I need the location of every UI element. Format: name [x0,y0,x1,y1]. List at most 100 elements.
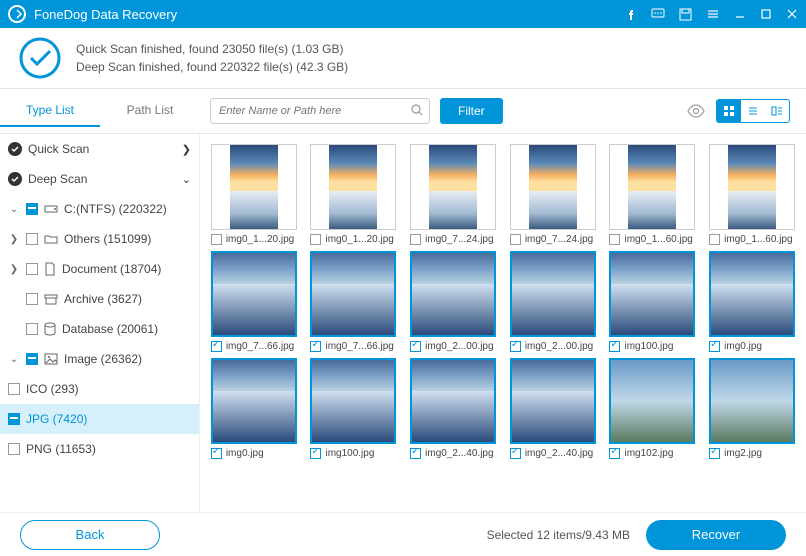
sidebar-png[interactable]: PNG (11653) [0,434,199,464]
file-name: img0_2...00.jpg [425,341,493,352]
chevron-down-icon: ⌄ [8,354,20,365]
file-thumbnail[interactable]: img0_7...66.jpg [306,251,402,352]
view-list-icon[interactable] [741,100,765,122]
sidebar-jpg[interactable]: JPG (7420) [0,404,199,434]
checkbox[interactable] [26,323,38,335]
file-thumbnail[interactable]: img0.jpg [206,358,302,459]
file-checkbox[interactable] [709,448,720,459]
file-checkbox[interactable] [410,448,421,459]
app-logo-icon [8,5,26,23]
sidebar-database[interactable]: ❯ Database (20061) [0,314,199,344]
minimize-icon[interactable] [734,8,746,20]
checkbox[interactable] [26,263,38,275]
file-thumbnail[interactable]: img102.jpg [605,358,701,459]
file-name: img100.jpg [325,448,374,459]
menu-icon[interactable] [706,7,720,21]
sidebar-others[interactable]: ❯ Others (151099) [0,224,199,254]
file-thumbnail[interactable]: img2.jpg [704,358,800,459]
save-icon[interactable] [679,8,692,21]
sidebar-document[interactable]: ❯ Document (18704) [0,254,199,284]
checkbox[interactable] [26,203,38,215]
file-checkbox[interactable] [310,448,321,459]
file-thumbnail[interactable]: img100.jpg [605,251,701,352]
footer: Back Selected 12 items/9.43 MB Recover [0,512,806,556]
file-thumbnail[interactable]: img100.jpg [306,358,402,459]
thumbnail-image [429,145,477,229]
sidebar-archive[interactable]: ❯ Archive (3627) [0,284,199,314]
thumbnail-image [728,145,776,229]
file-checkbox[interactable] [211,234,222,245]
file-checkbox[interactable] [609,448,620,459]
file-checkbox[interactable] [709,234,720,245]
feedback-icon[interactable] [651,7,665,21]
file-checkbox[interactable] [410,234,421,245]
checkbox[interactable] [8,413,20,425]
file-checkbox[interactable] [609,341,620,352]
chevron-down-icon: ⌄ [182,173,191,186]
sidebar-ico[interactable]: ICO (293) [0,374,199,404]
file-thumbnail[interactable]: img0_7...66.jpg [206,251,302,352]
sidebar-quick-scan[interactable]: Quick Scan ❯ [0,134,199,164]
file-name: img102.jpg [624,448,673,459]
thumbnail-image [230,145,278,229]
file-checkbox[interactable] [510,234,521,245]
checkbox[interactable] [26,353,38,365]
file-name: img0_7...24.jpg [525,234,593,245]
file-thumbnail[interactable]: img0.jpg [704,251,800,352]
file-thumbnail[interactable]: img0_7...24.jpg [405,144,501,245]
file-checkbox[interactable] [510,448,521,459]
file-thumbnail[interactable]: img0_1...20.jpg [206,144,302,245]
recover-button[interactable]: Recover [646,520,786,550]
deep-scan-status: Deep Scan finished, found 220322 file(s)… [76,60,348,74]
file-checkbox[interactable] [709,341,720,352]
sidebar-deep-scan[interactable]: Deep Scan ⌄ [0,164,199,194]
thumbnail-image [611,253,693,335]
file-checkbox[interactable] [609,234,620,245]
file-thumbnail[interactable]: img0_2...00.jpg [405,251,501,352]
file-thumbnail[interactable]: img0_7...24.jpg [505,144,601,245]
search-input[interactable] [210,98,430,124]
file-thumbnail[interactable]: img0_1...60.jpg [605,144,701,245]
file-name: img0_1...20.jpg [226,234,294,245]
file-name: img0.jpg [724,341,762,352]
file-name: img0_1...60.jpg [724,234,792,245]
file-checkbox[interactable] [410,341,421,352]
facebook-icon[interactable] [625,8,637,20]
close-icon[interactable] [786,8,798,20]
toolbar: Type List Path List Filter [0,89,806,134]
checkbox[interactable] [26,233,38,245]
file-checkbox[interactable] [310,341,321,352]
tab-type-list[interactable]: Type List [0,95,100,127]
sidebar-drive[interactable]: ⌄ C:(NTFS) (220322) [0,194,199,224]
chevron-down-icon: ⌄ [8,204,20,215]
search-icon[interactable] [410,103,424,117]
database-icon [44,322,56,336]
checkbox[interactable] [8,383,20,395]
file-checkbox[interactable] [510,341,521,352]
file-thumbnail[interactable]: img0_2...40.jpg [505,358,601,459]
checkbox[interactable] [8,443,20,455]
thumbnail-image [213,360,295,442]
view-grid-icon[interactable] [717,100,741,122]
file-thumbnail[interactable]: img0_1...60.jpg [704,144,800,245]
preview-icon[interactable] [686,104,706,118]
tab-path-list[interactable]: Path List [100,95,200,127]
file-name: img0_1...20.jpg [325,234,393,245]
file-thumbnail[interactable]: img0_2...00.jpg [505,251,601,352]
checkbox[interactable] [26,293,38,305]
thumbnail-image [512,253,594,335]
file-name: img0_2...00.jpg [525,341,593,352]
file-checkbox[interactable] [211,341,222,352]
chevron-right-icon: ❯ [182,143,191,156]
sidebar-image[interactable]: ⌄ Image (26362) [0,344,199,374]
file-thumbnail[interactable]: img0_1...20.jpg [306,144,402,245]
file-checkbox[interactable] [310,234,321,245]
file-checkbox[interactable] [211,448,222,459]
file-thumbnail[interactable]: img0_2...40.jpg [405,358,501,459]
thumbnail-image [711,253,793,335]
filter-button[interactable]: Filter [440,98,503,124]
maximize-icon[interactable] [760,8,772,20]
thumbnail-image [611,360,693,442]
back-button[interactable]: Back [20,520,160,550]
view-detail-icon[interactable] [765,100,789,122]
